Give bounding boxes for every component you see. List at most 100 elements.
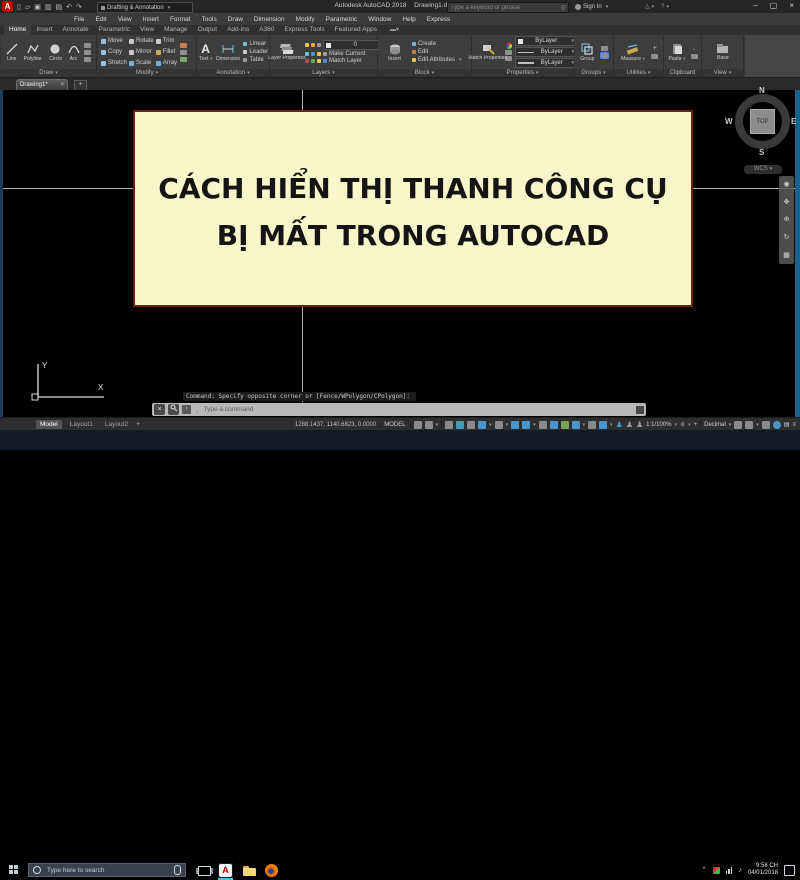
dynamic-input-icon[interactable] [456,420,465,429]
search-binoculars-icon[interactable]: ◎ [561,4,568,11]
circle-tool[interactable]: Circle [48,43,63,62]
viewcube-top-face[interactable]: TOP [750,109,775,134]
tab-model[interactable]: Model [36,420,62,429]
modify-extra-tools[interactable] [180,42,188,62]
match-properties-tool[interactable]: Match Properties [469,44,507,61]
workspace-switching-icon[interactable]: ⊕ [680,421,685,428]
ribbon-tab-express-tools[interactable]: Express Tools [279,25,329,35]
viewcube-north[interactable]: N [759,86,765,95]
units-value[interactable]: Decimal [704,422,726,428]
polyline-tool[interactable]: Polyline [22,43,43,62]
menu-tools[interactable]: Tools [202,16,217,23]
base-view-tool[interactable]: Base [716,43,730,61]
recent-commands-icon[interactable] [194,401,199,419]
tray-expand-icon[interactable]: ⌃ [701,866,707,874]
annotation-scale-icon[interactable]: ♟ [636,420,643,429]
taskbar-firefox-icon[interactable] [264,863,279,878]
leader-tool[interactable]: Leader [243,49,268,55]
ribbon-tab-a360[interactable]: A360 [254,25,279,35]
ribbon-minimize-icon[interactable]: ▬▾ [390,25,399,35]
fillet-tool[interactable]: Fillet [155,47,177,57]
panel-label-utilities[interactable]: Utilities [614,69,663,77]
measure-tool[interactable]: Measure [619,43,647,62]
panel-label-block[interactable]: Block [378,69,471,77]
taskbar-search-input[interactable] [45,865,170,875]
menu-help[interactable]: Help [402,16,415,23]
network-icon[interactable] [725,866,733,874]
menu-view[interactable]: View [118,16,132,23]
menu-format[interactable]: Format [170,16,191,23]
color-wheel-icon[interactable] [505,43,512,49]
text-tool[interactable]: A Text [198,43,214,62]
viewcube-west[interactable]: W [725,117,733,126]
trim-tool[interactable]: Trim [155,36,177,46]
panel-label-modify[interactable]: Modify [98,69,196,77]
taskbar-file-explorer-icon[interactable] [242,863,257,878]
close-tab-icon[interactable]: × [60,82,64,88]
layer-properties-tool[interactable]: Layer Properties [268,43,306,61]
ribbon-tab-output[interactable]: Output [193,25,223,35]
ribbon-tab-featured-apps[interactable]: Featured Apps [330,25,382,35]
customization-icon[interactable]: ≡ [792,422,796,428]
ribbon-tab-insert[interactable]: Insert [31,25,57,35]
panel-label-layers[interactable]: Layers [270,69,377,77]
showmotion-icon[interactable]: ▦ [783,252,790,259]
menu-express[interactable]: Express [427,16,450,23]
menu-modify[interactable]: Modify [296,16,315,23]
stretch-tool[interactable]: Stretch [101,58,127,68]
wcs-dropdown[interactable]: WCS [744,165,782,174]
lineweight-dropdown[interactable]: ByLayer [515,58,577,68]
tab-layout1[interactable]: Layout1 [66,420,97,429]
move-tool[interactable]: Move [101,36,127,46]
minimize-button[interactable]: – [753,1,757,10]
lineweight-icon[interactable] [538,420,547,429]
group-tool[interactable]: Group [579,42,596,62]
scale-tool[interactable]: Scale [129,58,154,68]
isometric-drafting-icon[interactable] [494,420,503,429]
taskbar-clock[interactable]: 9:58 CH 04/01/2018 [748,863,778,877]
object-snap-icon[interactable] [522,420,531,429]
insert-block-tool[interactable]: Insert [387,43,402,62]
maximize-button[interactable]: ▢ [770,1,778,10]
menu-draw[interactable]: Draw [228,16,243,23]
volume-icon[interactable]: ♪ [738,867,742,874]
pan-icon[interactable]: ✥ [784,199,790,206]
ribbon-tab-annotate[interactable]: Annotate [58,25,94,35]
panel-label-view[interactable]: View [702,69,743,77]
new-layout-button[interactable]: + [136,421,140,428]
action-center-icon[interactable] [784,864,795,876]
start-button[interactable] [9,865,19,875]
file-tab-drawing1[interactable]: Drawing1* × [16,79,68,90]
snap-icon[interactable] [424,420,433,429]
rotate-tool[interactable]: Rotate [129,36,154,46]
linetype-dropdown[interactable]: ByLayer [515,47,577,57]
selection-filtering-icon[interactable] [599,420,608,429]
panel-label-annotation[interactable]: Annotation [197,69,269,77]
customize-command-icon[interactable] [168,404,179,415]
clean-screen-icon[interactable]: ▤ [784,421,790,428]
arc-tool[interactable]: Arc [68,43,80,62]
orbit-icon[interactable]: ↻ [784,234,790,241]
new-file-icon[interactable]: ▯ [17,3,21,11]
save-as-icon[interactable]: ▥ [45,3,52,11]
zoom-extents-icon[interactable]: ⊕ [784,216,790,223]
model-space-button[interactable]: MODEL [379,421,411,428]
ribbon-tab-view[interactable]: View [135,25,159,35]
panel-label-properties[interactable]: Properties [472,69,573,77]
close-button[interactable]: × [789,1,794,10]
layer-dropdown[interactable]: 0 [305,40,387,50]
plot-icon[interactable]: ▤ [56,3,63,11]
copy-tool[interactable]: Copy [101,47,127,57]
help-icon[interactable]: ? [661,4,669,10]
infer-constraints-icon[interactable] [445,420,454,429]
make-current-tool[interactable]: Make Current [305,51,365,57]
draw-extra-tools[interactable] [84,42,92,62]
color-dropdown[interactable]: ByLayer [515,36,577,46]
taskbar-search[interactable] [28,863,186,877]
command-resize-handle[interactable] [636,405,644,414]
ribbon-tab-home[interactable]: Home [4,25,32,35]
ribbon-tab-parametric[interactable]: Parametric [94,25,135,35]
tab-layout2[interactable]: Layout2 [101,420,132,429]
help-search-box[interactable]: ◎ [447,2,569,13]
edit-block-tool[interactable]: Edit [411,49,428,55]
